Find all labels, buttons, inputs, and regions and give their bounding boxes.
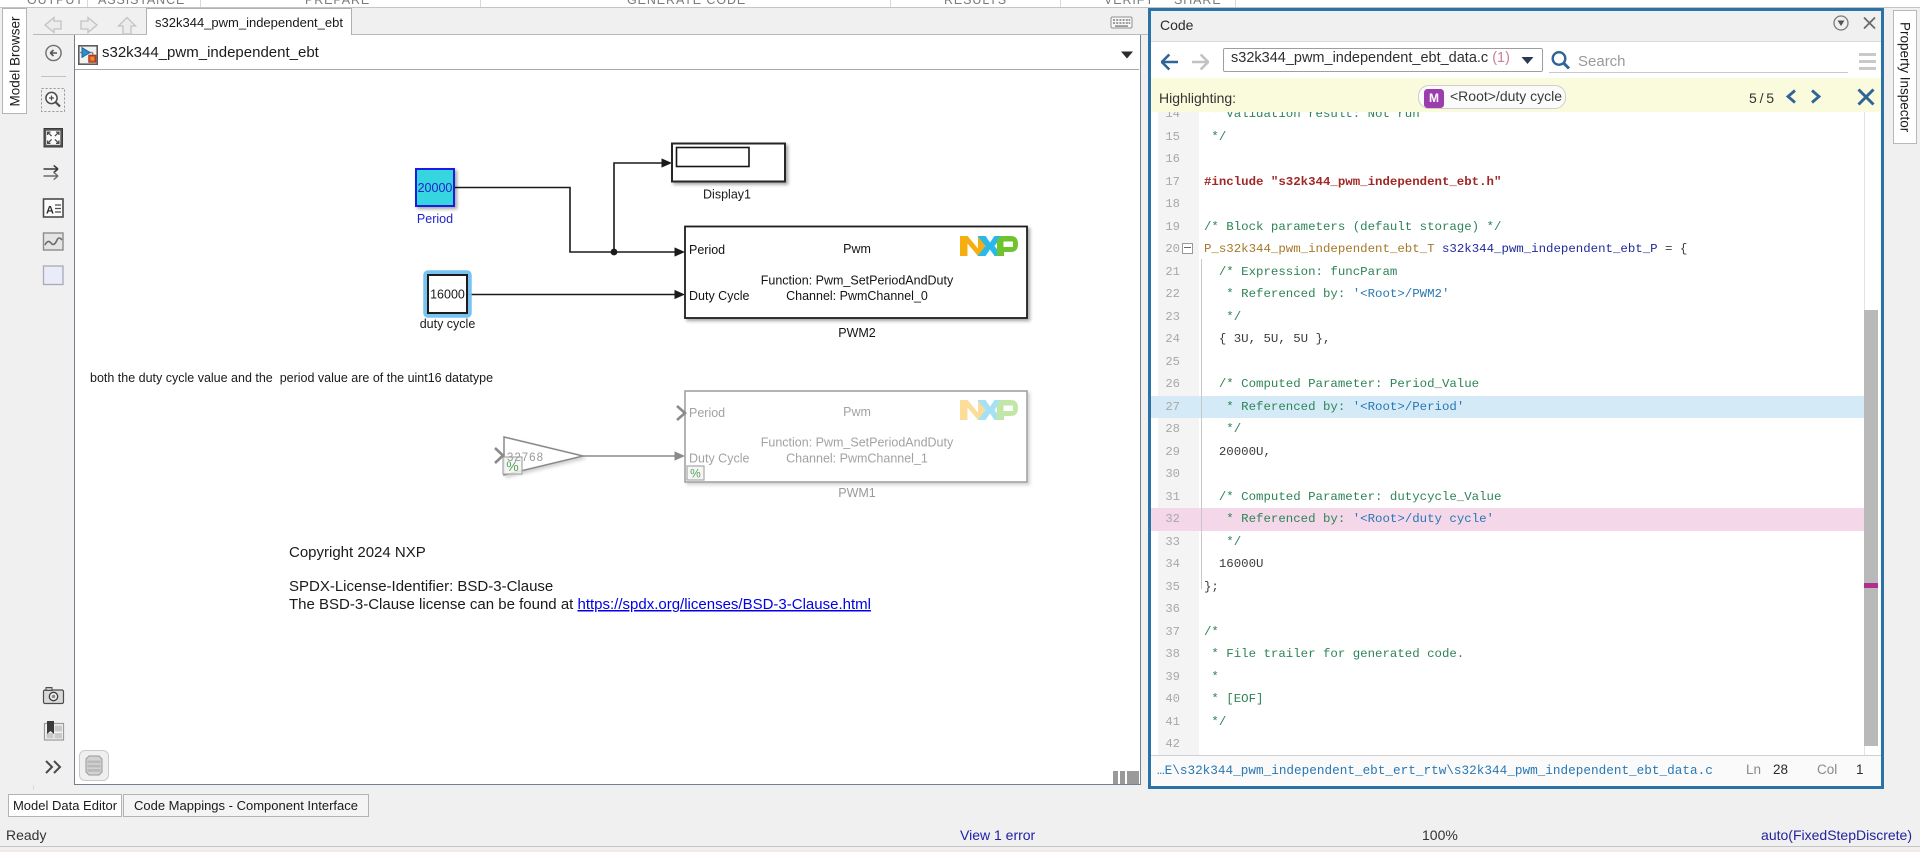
svg-text:The BSD-3-Clause license can b: The BSD-3-Clause license can be found at… [289,596,871,613]
svg-text:PWM2: PWM2 [838,326,876,340]
svg-text:Copyright 2024 NXP: Copyright 2024 NXP [289,544,426,561]
svg-text:Duty Cycle: Duty Cycle [689,289,749,303]
svg-text:Function: Pwm_SetPeriodAndDuty: Function: Pwm_SetPeriodAndDuty [761,274,954,288]
svg-text:SPDX-License-Identifier: BSD-3: SPDX-License-Identifier: BSD-3-Clause [289,578,553,595]
svg-text:32768: 32768 [507,452,544,464]
svg-text:Channel: PwmChannel_1: Channel: PwmChannel_1 [786,452,928,466]
svg-text:PWM1: PWM1 [838,486,876,500]
svg-text:20000: 20000 [418,181,453,195]
svg-text:Display1: Display1 [703,188,751,202]
svg-text:A: A [46,205,54,217]
svg-text:duty cycle: duty cycle [420,317,476,331]
svg-text:Channel: PwmChannel_0: Channel: PwmChannel_0 [786,289,928,303]
svg-text:Duty Cycle: Duty Cycle [689,452,749,466]
svg-text:Period: Period [417,212,453,226]
svg-text:16000: 16000 [430,288,465,302]
svg-text:%: % [690,467,701,481]
svg-text:Period: Period [689,406,725,420]
svg-text:Function: Pwm_SetPeriodAndDuty: Function: Pwm_SetPeriodAndDuty [761,436,954,450]
svg-text:Pwm: Pwm [843,405,871,419]
svg-text:Period: Period [689,243,725,257]
svg-text:Pwm: Pwm [843,242,871,256]
svg-text:both the duty cycle value and: both the duty cycle value and the period… [90,371,493,385]
